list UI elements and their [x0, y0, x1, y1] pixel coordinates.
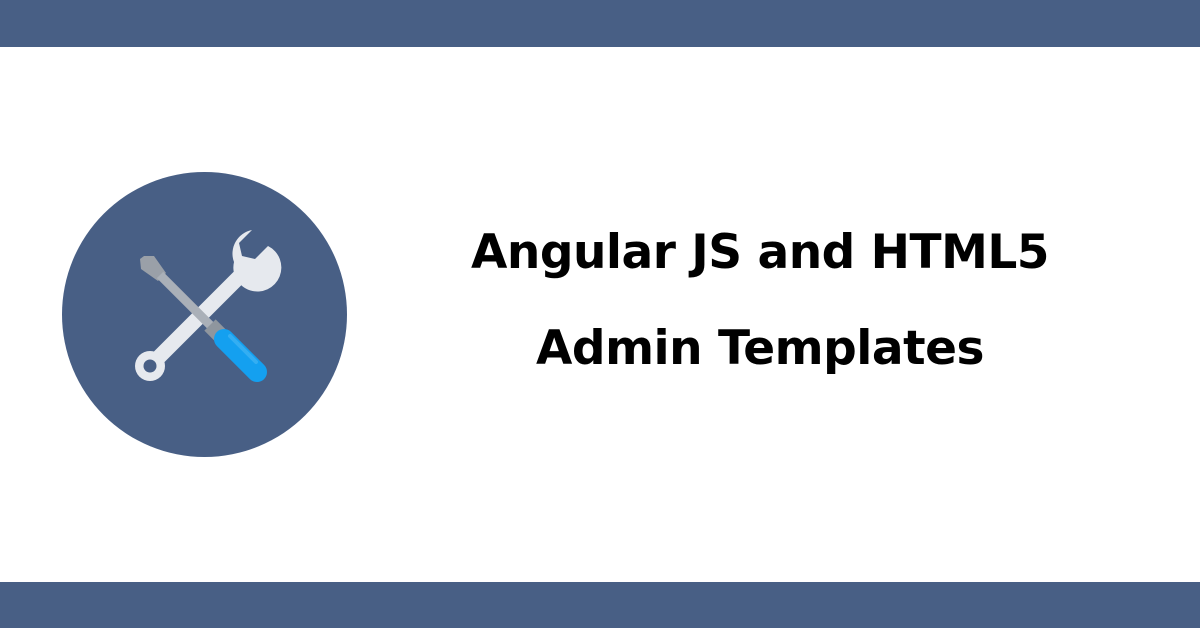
top-band [0, 0, 1200, 47]
banner-title: Angular JS and HTML5 Admin Templates [380, 205, 1140, 397]
tools-icon [135, 230, 282, 382]
banner-page: Angular JS and HTML5 Admin Templates [0, 0, 1200, 628]
tools-badge [62, 172, 347, 457]
title-line-1: Angular JS and HTML5 [470, 225, 1050, 280]
title-line-2: Admin Templates [536, 321, 984, 376]
bottom-band [0, 582, 1200, 628]
wrench-icon [135, 230, 282, 381]
